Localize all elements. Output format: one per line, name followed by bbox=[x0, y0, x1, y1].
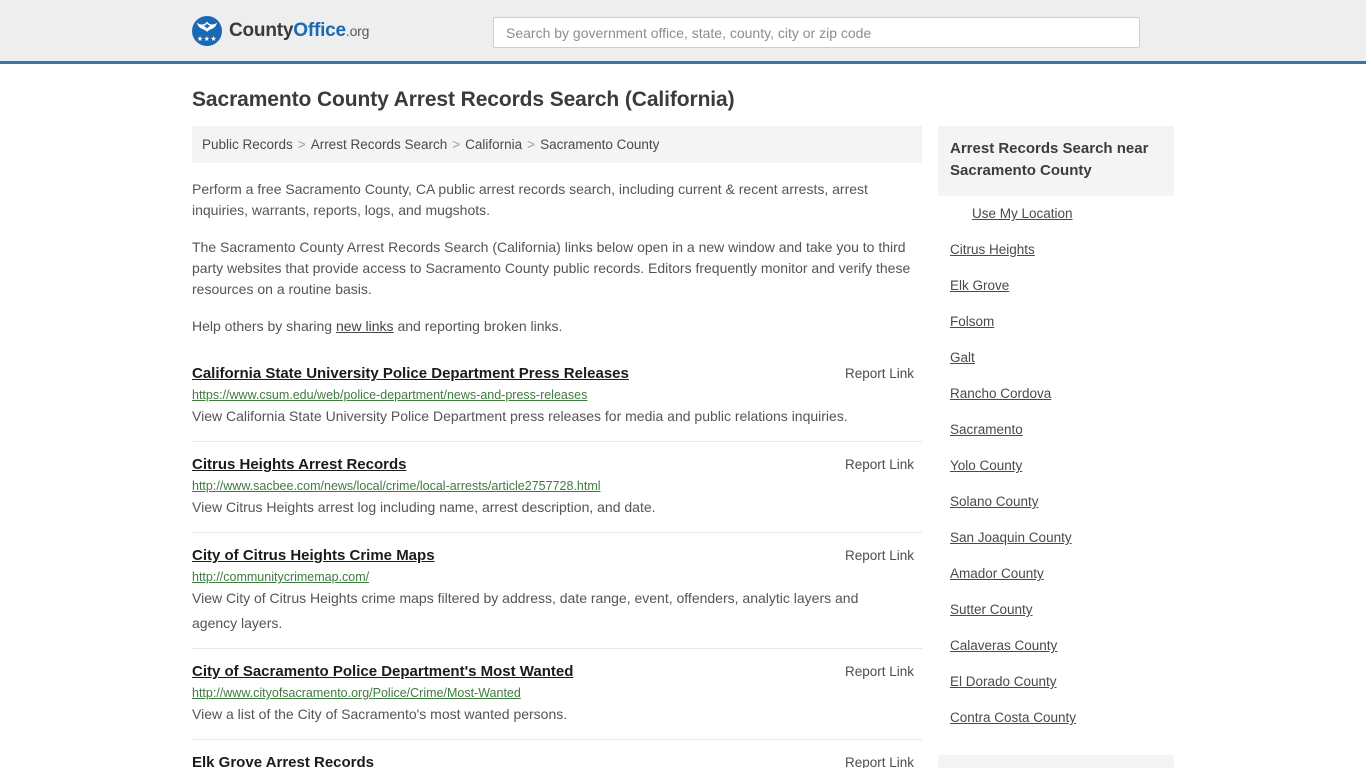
list-item: Elk Grove bbox=[938, 268, 1174, 304]
resource-url[interactable]: http://www.cityofsacramento.org/Police/C… bbox=[192, 686, 922, 700]
intro-paragraph-1: Perform a free Sacramento County, CA pub… bbox=[192, 181, 868, 218]
list-item: City of Sacramento Police Department's M… bbox=[192, 648, 922, 739]
resource-link-list: California State University Police Depar… bbox=[192, 355, 922, 768]
breadcrumb-separator: > bbox=[297, 137, 306, 152]
logo-stars-icon: ★★★ bbox=[196, 35, 218, 43]
resource-title-link[interactable]: California State University Police Depar… bbox=[192, 365, 629, 382]
site-logo[interactable]: ★★★ CountyOffice.org bbox=[192, 15, 369, 46]
logo-text-office: Office bbox=[293, 19, 346, 41]
report-link-button[interactable]: Report Link bbox=[845, 755, 914, 768]
list-item: Amador County bbox=[938, 556, 1174, 592]
list-item: Folsom bbox=[938, 304, 1174, 340]
intro-paragraph-2: The Sacramento County Arrest Records Sea… bbox=[192, 239, 911, 297]
list-item: San Joaquin County bbox=[938, 520, 1174, 556]
new-links-link[interactable]: new links bbox=[336, 318, 394, 334]
resource-url[interactable]: http://www.sacbee.com/news/local/crime/l… bbox=[192, 479, 922, 493]
resource-url[interactable]: https://www.csum.edu/web/police-departme… bbox=[192, 388, 922, 402]
breadcrumb-separator: > bbox=[527, 137, 536, 152]
content-row: Public Records > Arrest Records Search > Cal… bbox=[192, 126, 1174, 768]
sidebar-item-sutter-county[interactable]: Sutter County bbox=[938, 592, 1174, 628]
resource-description: View City of Citrus Heights crime maps f… bbox=[192, 590, 859, 631]
resource-title-link[interactable]: City of Citrus Heights Crime Maps bbox=[192, 547, 435, 564]
sidebar-item-el-dorado-county[interactable]: El Dorado County bbox=[938, 664, 1174, 700]
list-item: Yolo County bbox=[938, 448, 1174, 484]
list-item: El Dorado County bbox=[938, 664, 1174, 700]
report-link-button[interactable]: Report Link bbox=[845, 548, 914, 563]
breadcrumb-item-3[interactable]: Sacramento County bbox=[540, 137, 659, 152]
resource-title-link[interactable]: Elk Grove Arrest Records bbox=[192, 754, 374, 768]
breadcrumb-separator: > bbox=[452, 137, 461, 152]
site-header: ★★★ CountyOffice.org bbox=[0, 0, 1366, 64]
list-item: Citrus Heights Arrest Records Report Lin… bbox=[192, 441, 922, 532]
sidebar-item-sacramento[interactable]: Sacramento bbox=[938, 412, 1174, 448]
list-item: Elk Grove Arrest Records Report Link bbox=[192, 739, 922, 768]
sidebar-item-citrus-heights[interactable]: Citrus Heights bbox=[938, 232, 1174, 268]
resource-url[interactable]: http://communitycrimemap.com/ bbox=[192, 570, 922, 584]
list-item: Galt bbox=[938, 340, 1174, 376]
list-item: Contra Costa County bbox=[938, 700, 1174, 736]
report-link-button[interactable]: Report Link bbox=[845, 664, 914, 679]
intro-paragraph-3: Help others by sharing new links and rep… bbox=[192, 316, 922, 337]
breadcrumb-item-2[interactable]: California bbox=[465, 137, 522, 152]
list-item: Citrus Heights bbox=[938, 232, 1174, 268]
breadcrumb-item-1[interactable]: Arrest Records Search bbox=[311, 137, 448, 152]
sidebar-item-calaveras-county[interactable]: Calaveras County bbox=[938, 628, 1174, 664]
sidebar: Arrest Records Search near Sacramento Co… bbox=[938, 126, 1174, 768]
logo-text-tld: .org bbox=[345, 22, 370, 39]
list-item: City of Citrus Heights Crime Maps Report… bbox=[192, 532, 922, 648]
list-item: Use My Location bbox=[938, 196, 1174, 232]
resource-title-link[interactable]: Citrus Heights Arrest Records bbox=[192, 456, 407, 473]
resource-description: View California State University Police … bbox=[192, 408, 848, 424]
sidebar-item-amador-county[interactable]: Amador County bbox=[938, 556, 1174, 592]
report-link-button[interactable]: Report Link bbox=[845, 366, 914, 381]
list-item: Sutter County bbox=[938, 592, 1174, 628]
page-title: Sacramento County Arrest Records Search … bbox=[192, 88, 735, 111]
sidebar-item-contra-costa-county[interactable]: Contra Costa County bbox=[938, 700, 1174, 736]
list-item: Rancho Cordova bbox=[938, 376, 1174, 412]
resource-title-link[interactable]: City of Sacramento Police Department's M… bbox=[192, 663, 573, 680]
sidebar-heading-secondary: Sacramento County Public bbox=[938, 755, 1174, 768]
resource-description: View Citrus Heights arrest log including… bbox=[192, 499, 656, 515]
sidebar-item-solano-county[interactable]: Solano County bbox=[938, 484, 1174, 520]
help-suffix: and reporting broken links. bbox=[393, 318, 563, 334]
list-item: California State University Police Depar… bbox=[192, 355, 922, 441]
sidebar-item-san-joaquin-county[interactable]: San Joaquin County bbox=[938, 520, 1174, 556]
search-input[interactable] bbox=[493, 17, 1140, 48]
sidebar-item-yolo-county[interactable]: Yolo County bbox=[938, 448, 1174, 484]
logo-text-county: County bbox=[229, 19, 294, 41]
page-container: Sacramento County Arrest Records Search … bbox=[0, 88, 1366, 768]
list-item: Calaveras County bbox=[938, 628, 1174, 664]
sidebar-item-elk-grove[interactable]: Elk Grove bbox=[938, 268, 1174, 304]
report-link-button[interactable]: Report Link bbox=[845, 457, 914, 472]
list-item: Sacramento bbox=[938, 412, 1174, 448]
sidebar-item-use-my-location[interactable]: Use My Location bbox=[938, 196, 1174, 232]
main-column: Public Records > Arrest Records Search > Cal… bbox=[192, 126, 922, 768]
countyoffice-eagle-logo-icon: ★★★ bbox=[192, 15, 222, 46]
list-item: Solano County bbox=[938, 484, 1174, 520]
help-prefix: Help others by sharing bbox=[192, 318, 336, 334]
breadcrumb-item-0[interactable]: Public Records bbox=[202, 137, 293, 152]
sidebar-item-galt[interactable]: Galt bbox=[938, 340, 1174, 376]
intro-text: Perform a free Sacramento County, CA pub… bbox=[192, 179, 922, 337]
logo-wordmark: CountyOffice.org bbox=[229, 20, 369, 42]
sidebar-item-rancho-cordova[interactable]: Rancho Cordova bbox=[938, 376, 1174, 412]
sidebar-nearby-list: Use My Location Citrus Heights Elk Grove… bbox=[938, 196, 1174, 736]
sidebar-item-folsom[interactable]: Folsom bbox=[938, 304, 1174, 340]
breadcrumb: Public Records > Arrest Records Search > Cal… bbox=[192, 126, 922, 163]
sidebar-heading: Arrest Records Search near Sacramento Co… bbox=[938, 126, 1174, 196]
resource-description: View a list of the City of Sacramento's … bbox=[192, 706, 568, 722]
